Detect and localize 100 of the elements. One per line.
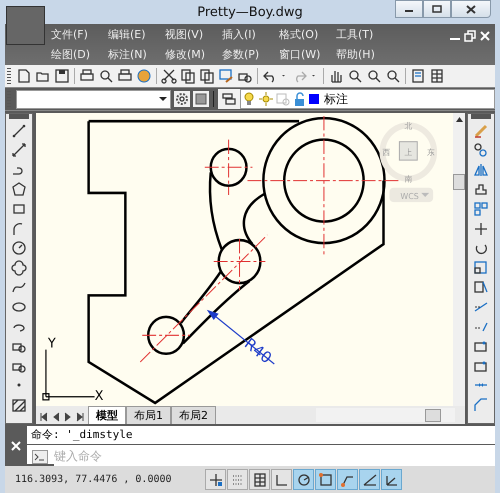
menu-item[interactable]: 格式(O) [279, 26, 336, 42]
menu-item[interactable]: 修改(M) [165, 46, 222, 62]
compass-ring [379, 122, 438, 182]
command-history: 命令: '_dimstyle [27, 426, 495, 444]
menu-item[interactable]: 帮助(H) [336, 46, 393, 62]
middle-circle [217, 238, 262, 284]
snap-mode-toggle[interactable] [205, 469, 226, 490]
layout-tab[interactable]: 模型 [88, 406, 126, 424]
sun-icon [258, 91, 274, 107]
gear-icon[interactable] [174, 91, 190, 107]
layer-name: 标注 [324, 90, 348, 108]
menu-item[interactable]: 文件(F) [51, 26, 108, 42]
grid-dots-toggle[interactable] [227, 469, 248, 490]
object-tracking-icon [362, 472, 378, 488]
close-icon [466, 4, 476, 14]
caret-icon [421, 192, 430, 197]
scroll-up-icon[interactable] [456, 117, 462, 122]
freeze-icon [275, 91, 291, 107]
line-icon[interactable] [11, 122, 27, 139]
compass-east[interactable]: 东 [427, 148, 436, 158]
workspace-icon[interactable] [193, 91, 209, 107]
maximize-icon [432, 5, 442, 13]
menu-item[interactable]: 工具(T) [336, 26, 393, 42]
snap-mode-icon [208, 472, 224, 488]
command-input[interactable]: 键入命令 [54, 445, 495, 466]
stretch-icon[interactable] [473, 279, 489, 296]
object-snap-toggle[interactable] [315, 469, 336, 490]
tab-nav-icon[interactable] [75, 412, 85, 422]
layer-color-swatch [309, 94, 319, 104]
caret-icon [159, 96, 167, 102]
wcs-label: WCS [400, 192, 419, 202]
scale-icon[interactable] [473, 260, 489, 276]
dimension-arrow [206, 310, 275, 364]
ucs-axes [42, 349, 96, 400]
close-icon[interactable] [11, 441, 21, 451]
menu-item[interactable]: 编辑(E) [108, 26, 165, 42]
workspace-dropdown[interactable] [16, 90, 171, 108]
tool-palette-icon[interactable] [429, 68, 445, 84]
erase-icon[interactable] [473, 122, 489, 139]
array-icon[interactable] [473, 200, 489, 217]
new-file-icon[interactable] [16, 68, 32, 84]
move-icon[interactable] [473, 220, 489, 237]
layout-tab[interactable]: 布局1 [126, 406, 171, 424]
ortho-mode-toggle[interactable] [271, 469, 292, 490]
layer-dropdown[interactable]: 标注 [240, 89, 495, 109]
menu-item[interactable]: 视图(V) [165, 26, 222, 42]
layout-tab[interactable]: 布局2 [171, 406, 216, 424]
maximize-button[interactable] [423, 0, 451, 18]
construction-line-icon[interactable] [11, 142, 27, 158]
zoom-realtime-icon[interactable] [347, 68, 363, 84]
save-icon[interactable] [54, 68, 70, 84]
grid-display-toggle[interactable] [249, 469, 270, 490]
tab-nav-icon[interactable] [39, 412, 49, 422]
close-button[interactable] [451, 0, 491, 18]
cut-icon[interactable] [161, 68, 177, 84]
layers-icon[interactable] [221, 91, 237, 107]
toolbar-grip[interactable] [471, 114, 491, 119]
properties-icon[interactable] [410, 68, 426, 84]
match-properties-icon[interactable] [218, 68, 234, 84]
compass-west[interactable]: 西 [382, 148, 390, 158]
menu-item[interactable]: 窗口(W) [279, 46, 336, 62]
close-icon[interactable] [479, 30, 491, 42]
menu-item[interactable]: 绘图(D) [51, 46, 108, 62]
grid-display-icon [252, 472, 268, 488]
cloud-icon[interactable] [11, 260, 27, 276]
horizontal-scrollbar[interactable] [316, 408, 455, 422]
polygon-icon[interactable] [11, 181, 27, 198]
globe-icon[interactable] [136, 68, 152, 84]
zoom-window-icon[interactable] [366, 68, 382, 84]
y-axis-label: Y [48, 336, 56, 352]
minimize-button[interactable] [395, 0, 423, 18]
object-tracking-toggle[interactable] [359, 469, 380, 490]
window-title: Pretty—Boy.dwg [197, 4, 303, 20]
mirror-icon[interactable] [473, 162, 489, 178]
vertical-scrollbar[interactable] [453, 113, 465, 406]
zoom-previous-icon[interactable] [385, 68, 401, 84]
circle-icon[interactable] [11, 240, 27, 256]
restore-icon[interactable] [464, 30, 476, 42]
menu-item[interactable]: 参数(P) [222, 46, 279, 62]
copy-icon[interactable] [180, 68, 196, 84]
hatch-icon[interactable] [11, 396, 27, 413]
viewcube-face-label: 上 [404, 148, 412, 158]
object-snap-icon [318, 472, 334, 488]
chamfer-icon[interactable] [473, 396, 489, 413]
polar-tracking-toggle[interactable] [293, 469, 314, 490]
command-prompt-icon[interactable] [27, 445, 54, 464]
scroll-thumb[interactable] [453, 174, 465, 190]
dynamic-ucs-toggle[interactable] [381, 469, 402, 490]
x-axis-label: X [94, 388, 104, 404]
object-snap-3d-toggle[interactable] [337, 469, 358, 490]
toolbar-grip[interactable] [9, 114, 29, 119]
coordinates: 116.3093, 77.4476 , 0.0000 [14, 474, 173, 485]
menu-item[interactable]: 标注(N) [108, 46, 165, 62]
paste-icon[interactable] [199, 68, 215, 84]
end-circle [146, 316, 186, 355]
menu-item[interactable]: 插入(I) [222, 26, 279, 42]
small-circle [209, 148, 248, 187]
polar-tracking-icon [296, 472, 312, 488]
print-preview-icon[interactable] [98, 68, 114, 84]
copy-object-icon[interactable] [473, 142, 489, 158]
